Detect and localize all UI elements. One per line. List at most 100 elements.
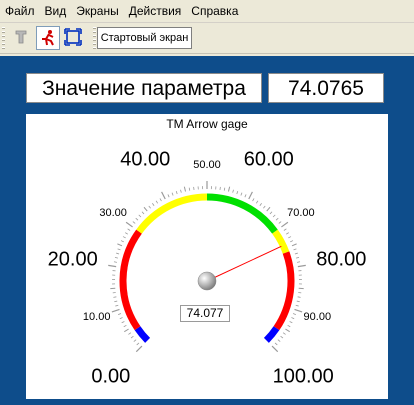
- gauge-tick: [122, 236, 126, 239]
- gauge-hub: [197, 271, 217, 291]
- start-screen-button[interactable]: Стартовый экран: [97, 27, 192, 49]
- tool-button[interactable]: [10, 26, 34, 50]
- toolbar-grip[interactable]: [2, 27, 5, 49]
- gauge-tick: [223, 187, 226, 191]
- gauge-tick: [132, 221, 136, 224]
- tool-icon: [15, 30, 27, 44]
- gauge-tick: [113, 296, 117, 298]
- gauge-tick: [114, 256, 118, 259]
- gauge-minor-label: 90.00: [303, 310, 332, 323]
- gauge-major-label: 0.00: [91, 365, 131, 388]
- gauge-tick: [285, 232, 289, 235]
- gauge-tick: [124, 328, 129, 333]
- gauge-tick: [148, 205, 151, 209]
- gauge-tick: [294, 252, 298, 255]
- gauge-tick: [136, 342, 140, 346]
- gauge-tick: [117, 248, 121, 251]
- gauge-tick: [240, 192, 243, 196]
- gauge-tick: [294, 308, 303, 313]
- gauge-tick: [123, 324, 127, 328]
- gauge-value-display: 74.077: [180, 305, 230, 322]
- gauge-tick: [289, 321, 293, 324]
- gauge-major-label: 100.00: [272, 365, 334, 388]
- gauge-tick: [259, 203, 262, 206]
- gauge-tick: [161, 191, 166, 200]
- gauge-tick: [272, 214, 276, 218]
- gauge-tick: [297, 261, 301, 263]
- gauge-tick: [125, 232, 129, 235]
- gauge-tick: [244, 194, 247, 198]
- gauge-tick: [252, 198, 255, 202]
- gauge-tick: [141, 211, 145, 215]
- gauge-tick: [152, 203, 155, 206]
- gauge-tick: [114, 300, 118, 303]
- gauge-tick: [266, 206, 271, 212]
- gauge-tick: [281, 221, 289, 228]
- gauge-major-label: 20.00: [47, 248, 98, 271]
- gauge-tick: [108, 264, 117, 268]
- gauge-tick: [171, 192, 174, 196]
- gauge-needle: [206, 245, 282, 282]
- gauge-tick: [280, 335, 284, 339]
- menu-screens[interactable]: Экраны: [71, 0, 123, 22]
- gauge-zone: [272, 229, 290, 254]
- gauge-tick: [115, 304, 119, 307]
- gauge-tick: [117, 243, 123, 247]
- gauge-tick: [117, 313, 122, 315]
- gauge-tick: [297, 296, 301, 298]
- gauge-tick: [232, 189, 234, 193]
- menu-view[interactable]: Вид: [40, 0, 72, 22]
- gauge-tick: [255, 200, 259, 204]
- param-label: Значение параметра: [26, 73, 262, 103]
- gauge-tick: [135, 345, 143, 353]
- gauge-tick: [275, 217, 279, 221]
- gauge-tick: [292, 313, 297, 315]
- gauge-tick: [263, 205, 266, 209]
- gauge-tick: [113, 261, 117, 263]
- gauge-zone: [263, 326, 280, 343]
- menu-bar: Файл Вид Экраны Действия Справка: [0, 0, 414, 23]
- gauge-tick: [295, 304, 299, 307]
- gauge-tick: [167, 194, 170, 198]
- gauge-tick: [291, 317, 295, 320]
- gauge-minor-label: 50.00: [193, 159, 221, 171]
- gauge-major-label: 40.00: [120, 148, 171, 171]
- gauge-tick: [271, 345, 279, 353]
- toolbar: Стартовый экран: [0, 23, 414, 54]
- gauge-tick: [188, 187, 191, 191]
- gauge-zone: [273, 251, 295, 331]
- gauge-tick: [227, 186, 231, 192]
- menu-help[interactable]: Справка: [186, 0, 243, 22]
- gauge-tick: [277, 339, 281, 342]
- gauge-zone: [136, 193, 208, 234]
- menu-file[interactable]: Файл: [0, 0, 40, 22]
- gauge-zone: [134, 326, 151, 343]
- gauge-tick: [269, 211, 273, 215]
- gauge-tick: [175, 190, 178, 195]
- gauge-tick: [278, 221, 282, 224]
- gauge-major-label: 60.00: [243, 148, 294, 171]
- run-button[interactable]: [36, 26, 60, 50]
- gauge-minor-label: 70.00: [287, 206, 315, 219]
- gauge-zone: [119, 229, 142, 331]
- fullscreen-button[interactable]: [62, 26, 86, 50]
- gauge-tick: [155, 200, 159, 204]
- param-value: 74.0765: [268, 73, 384, 103]
- gauge-minor-label: 10.00: [82, 310, 111, 323]
- gauge-minor-label: 30.00: [99, 206, 127, 219]
- gauge-tick: [282, 332, 286, 335]
- gauge-tick: [180, 189, 182, 193]
- gauge-tick: [236, 190, 239, 195]
- gauge-tick: [248, 191, 253, 200]
- gauge-tick: [128, 332, 132, 335]
- gauge-tick: [296, 256, 300, 259]
- gauge-tick: [159, 198, 162, 202]
- menu-actions[interactable]: Действия: [124, 0, 187, 22]
- fullscreen-icon: [64, 28, 82, 46]
- gauge-tick: [296, 300, 300, 303]
- gauge-tick: [127, 228, 131, 231]
- gauge-major-label: 80.00: [316, 248, 367, 271]
- gauge-tick: [111, 308, 120, 313]
- gauge-tick: [283, 228, 287, 231]
- gauge-tick: [133, 339, 137, 342]
